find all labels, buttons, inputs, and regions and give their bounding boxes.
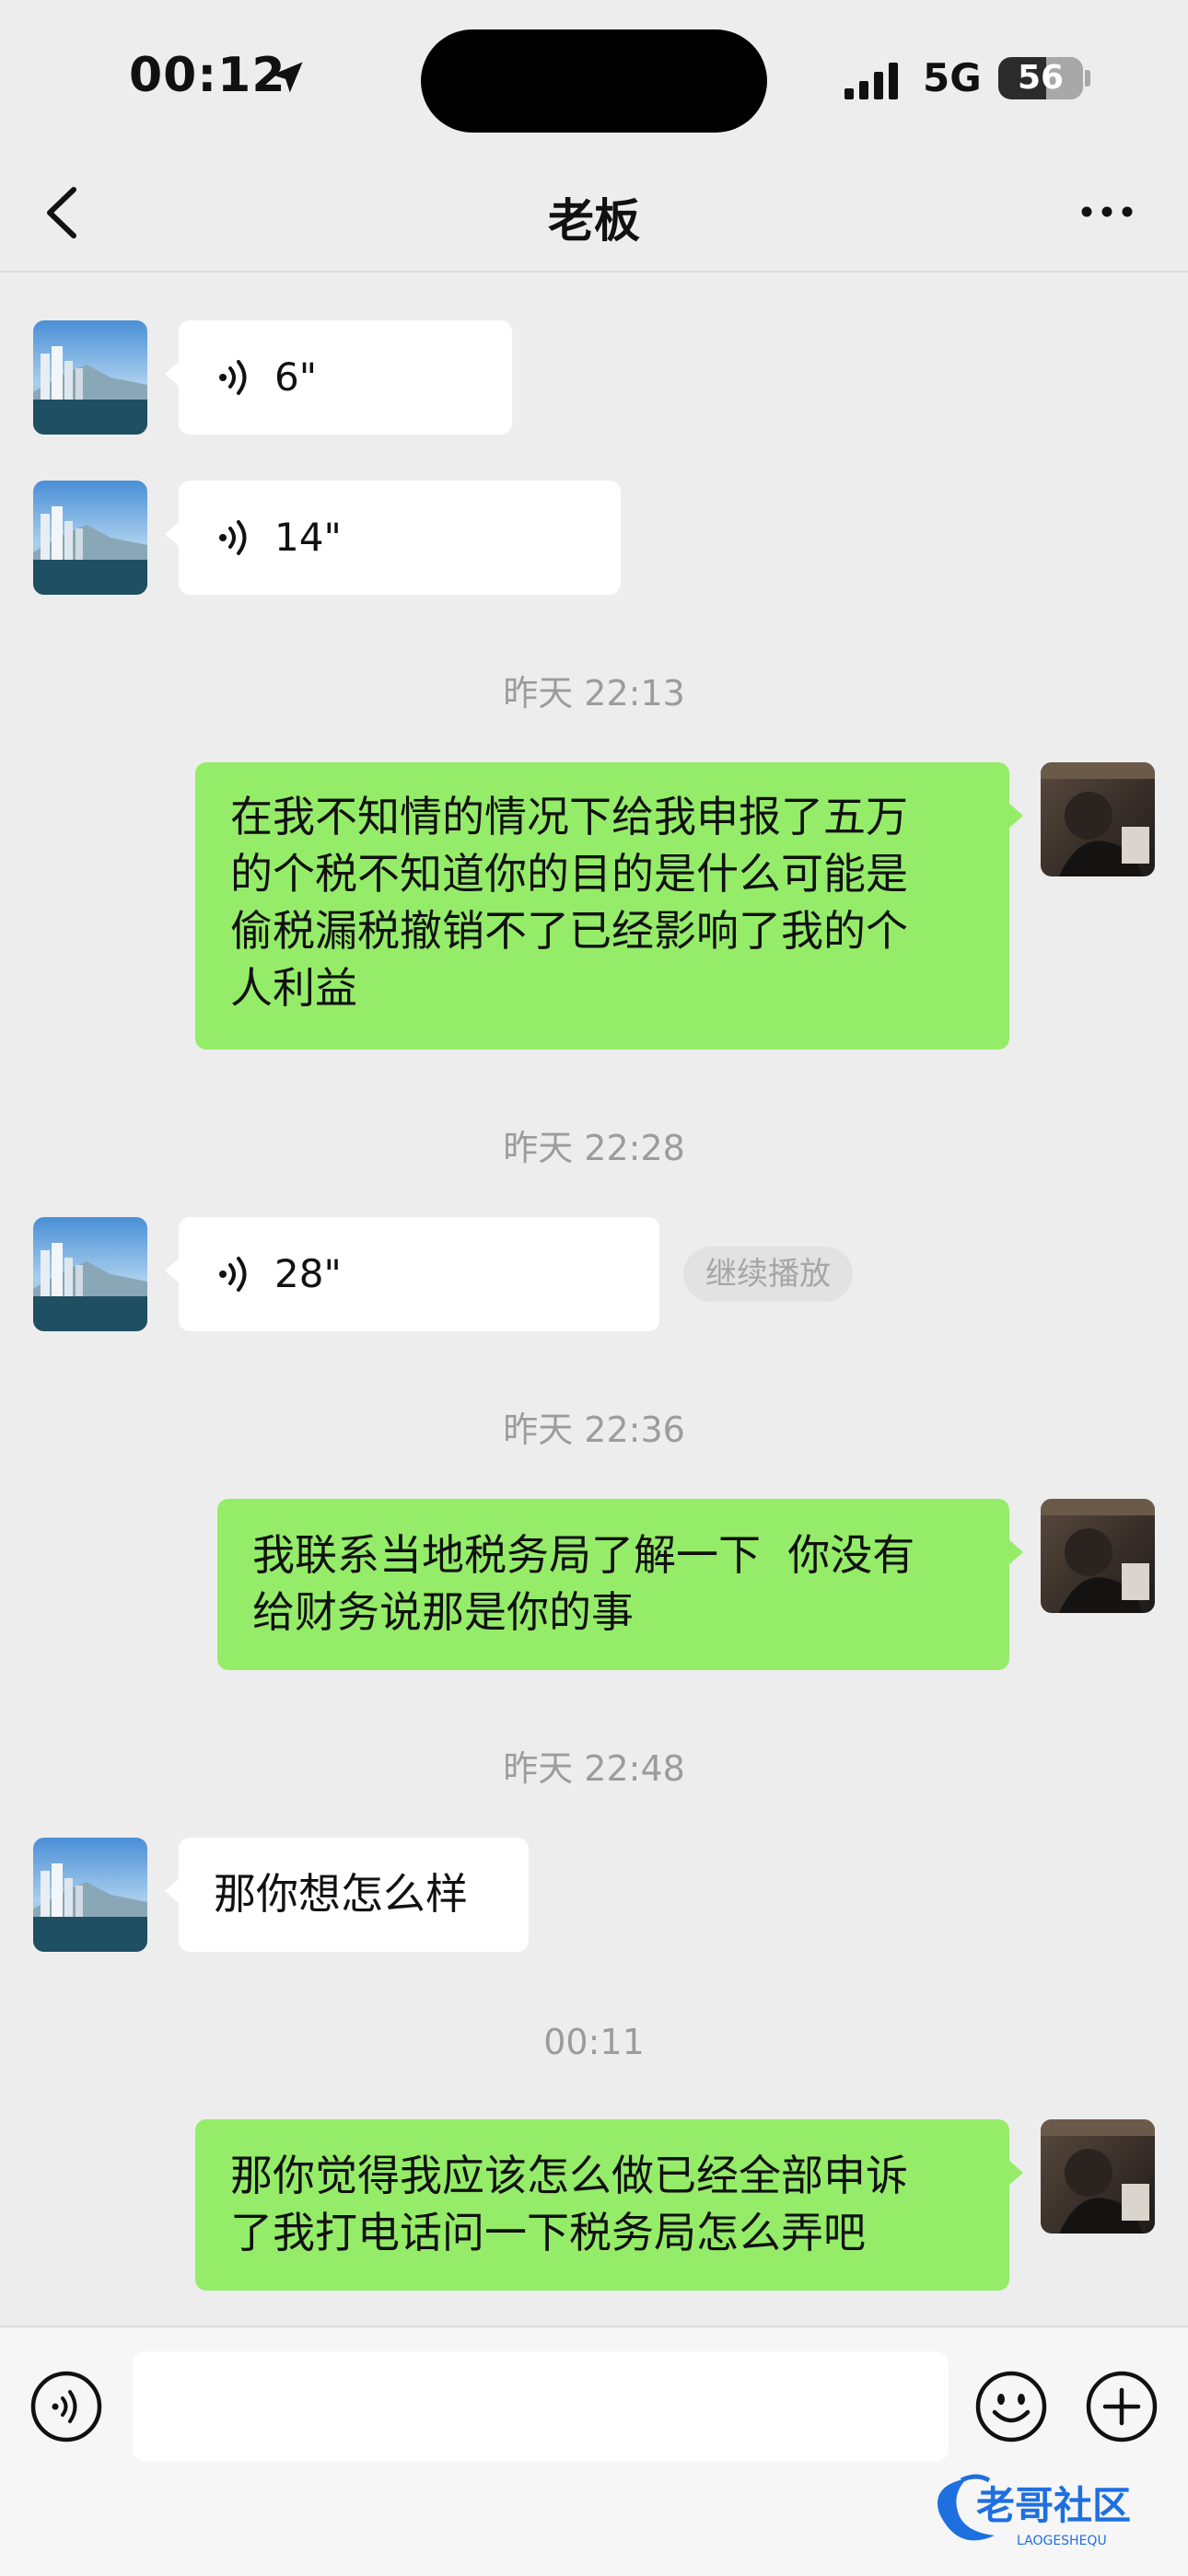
city-skyline-avatar-image xyxy=(33,320,147,435)
message-list: 6" 14" 昨天 22:13 在我不知情的情况下给我申报了五万 的个税不知道你… xyxy=(0,273,1188,2326)
message-line: 那你想怎么样 xyxy=(214,1869,468,1919)
plus-icon[interactable] xyxy=(1085,2370,1159,2443)
text-message-incoming[interactable]: 那你想怎么样 xyxy=(165,1838,529,1952)
person-avatar-image xyxy=(1041,762,1155,876)
message-timestamp: 昨天 22:28 xyxy=(503,1128,685,1168)
voice-wave-icon xyxy=(219,1257,247,1292)
message-input[interactable] xyxy=(133,2351,949,2462)
voice-message[interactable]: 28" xyxy=(165,1217,659,1331)
status-time: 00:12 xyxy=(129,48,286,103)
status-bar: 00:12 5G 56 xyxy=(0,0,1188,157)
message-line: 在我不知情的情况下给我申报了五万 xyxy=(230,792,908,841)
message-line: 人利益 xyxy=(230,963,357,1013)
chat-title: 老板 xyxy=(548,194,640,248)
boss-avatar[interactable] xyxy=(33,1838,147,1952)
city-skyline-avatar-image xyxy=(33,1838,147,1952)
my-avatar[interactable] xyxy=(1041,2119,1155,2234)
battery-tip xyxy=(1085,70,1090,87)
network-type: 5G xyxy=(923,55,982,100)
message-line: 那你觉得我应该怎么做已经全部申诉 xyxy=(230,2151,908,2200)
battery-level: 56 xyxy=(1017,59,1065,97)
city-skyline-avatar-image xyxy=(33,1217,147,1331)
message-timestamp: 昨天 22:48 xyxy=(503,1748,685,1789)
message-timestamp: 昨天 22:13 xyxy=(503,673,685,714)
message-timestamp: 00:11 xyxy=(543,2022,645,2062)
my-avatar[interactable] xyxy=(1041,762,1155,876)
text-message-outgoing[interactable]: 在我不知情的情况下给我申报了五万 的个税不知道你的目的是什么可能是 偷税漏税撤销… xyxy=(195,762,1023,1050)
more-dots-icon[interactable] xyxy=(1079,193,1135,230)
message-line: 偷税漏税撤销不了已经影响了我的个 xyxy=(230,906,908,956)
message-line: 我联系当地税务局了解一下 你没有 xyxy=(252,1530,915,1580)
person-avatar-image xyxy=(1041,1499,1155,1613)
message-line: 给财务说那是你的事 xyxy=(252,1587,634,1637)
continue-playing-button[interactable]: 继续播放 xyxy=(683,1247,853,1302)
boss-avatar[interactable] xyxy=(33,320,147,435)
voice-duration: 28" xyxy=(274,1251,342,1296)
message-line: 的个税不知道你的目的是什么可能是 xyxy=(230,849,908,899)
voice-wave-icon xyxy=(219,520,247,555)
boss-avatar[interactable] xyxy=(33,481,147,595)
watermark-text: 老哥社区 xyxy=(976,2483,1131,2528)
voice-duration: 14" xyxy=(274,515,342,560)
chat-header: 老板 xyxy=(0,157,1188,273)
text-message-outgoing[interactable]: 那你觉得我应该怎么做已经全部申诉 了我打电话问一下税务局怎么弄吧 xyxy=(195,2119,1023,2291)
person-avatar-image xyxy=(1041,2119,1155,2234)
message-timestamp: 昨天 22:36 xyxy=(503,1410,685,1450)
emoji-icon[interactable] xyxy=(974,2370,1048,2443)
voice-message[interactable]: 6" xyxy=(165,320,512,435)
watermark-logo: 老哥社区 LAOGESHEQU xyxy=(938,2474,1131,2548)
voice-wave-icon xyxy=(219,360,247,395)
voice-message[interactable]: 14" xyxy=(165,481,621,595)
text-message-outgoing[interactable]: 我联系当地税务局了解一下 你没有 给财务说那是你的事 xyxy=(217,1499,1023,1670)
watermark-subtext: LAOGESHEQU xyxy=(1017,2534,1107,2548)
location-arrow-icon xyxy=(272,62,303,93)
battery-icon: 56 xyxy=(998,57,1083,99)
voice-duration: 6" xyxy=(274,354,318,400)
my-avatar[interactable] xyxy=(1041,1499,1155,1613)
city-skyline-avatar-image xyxy=(33,481,147,595)
signal-bars-icon xyxy=(844,63,898,99)
message-line: 了我打电话问一下税务局怎么弄吧 xyxy=(230,2208,866,2257)
voice-input-icon[interactable] xyxy=(29,2370,103,2443)
boss-avatar[interactable] xyxy=(33,1217,147,1331)
dynamic-island xyxy=(421,29,767,133)
